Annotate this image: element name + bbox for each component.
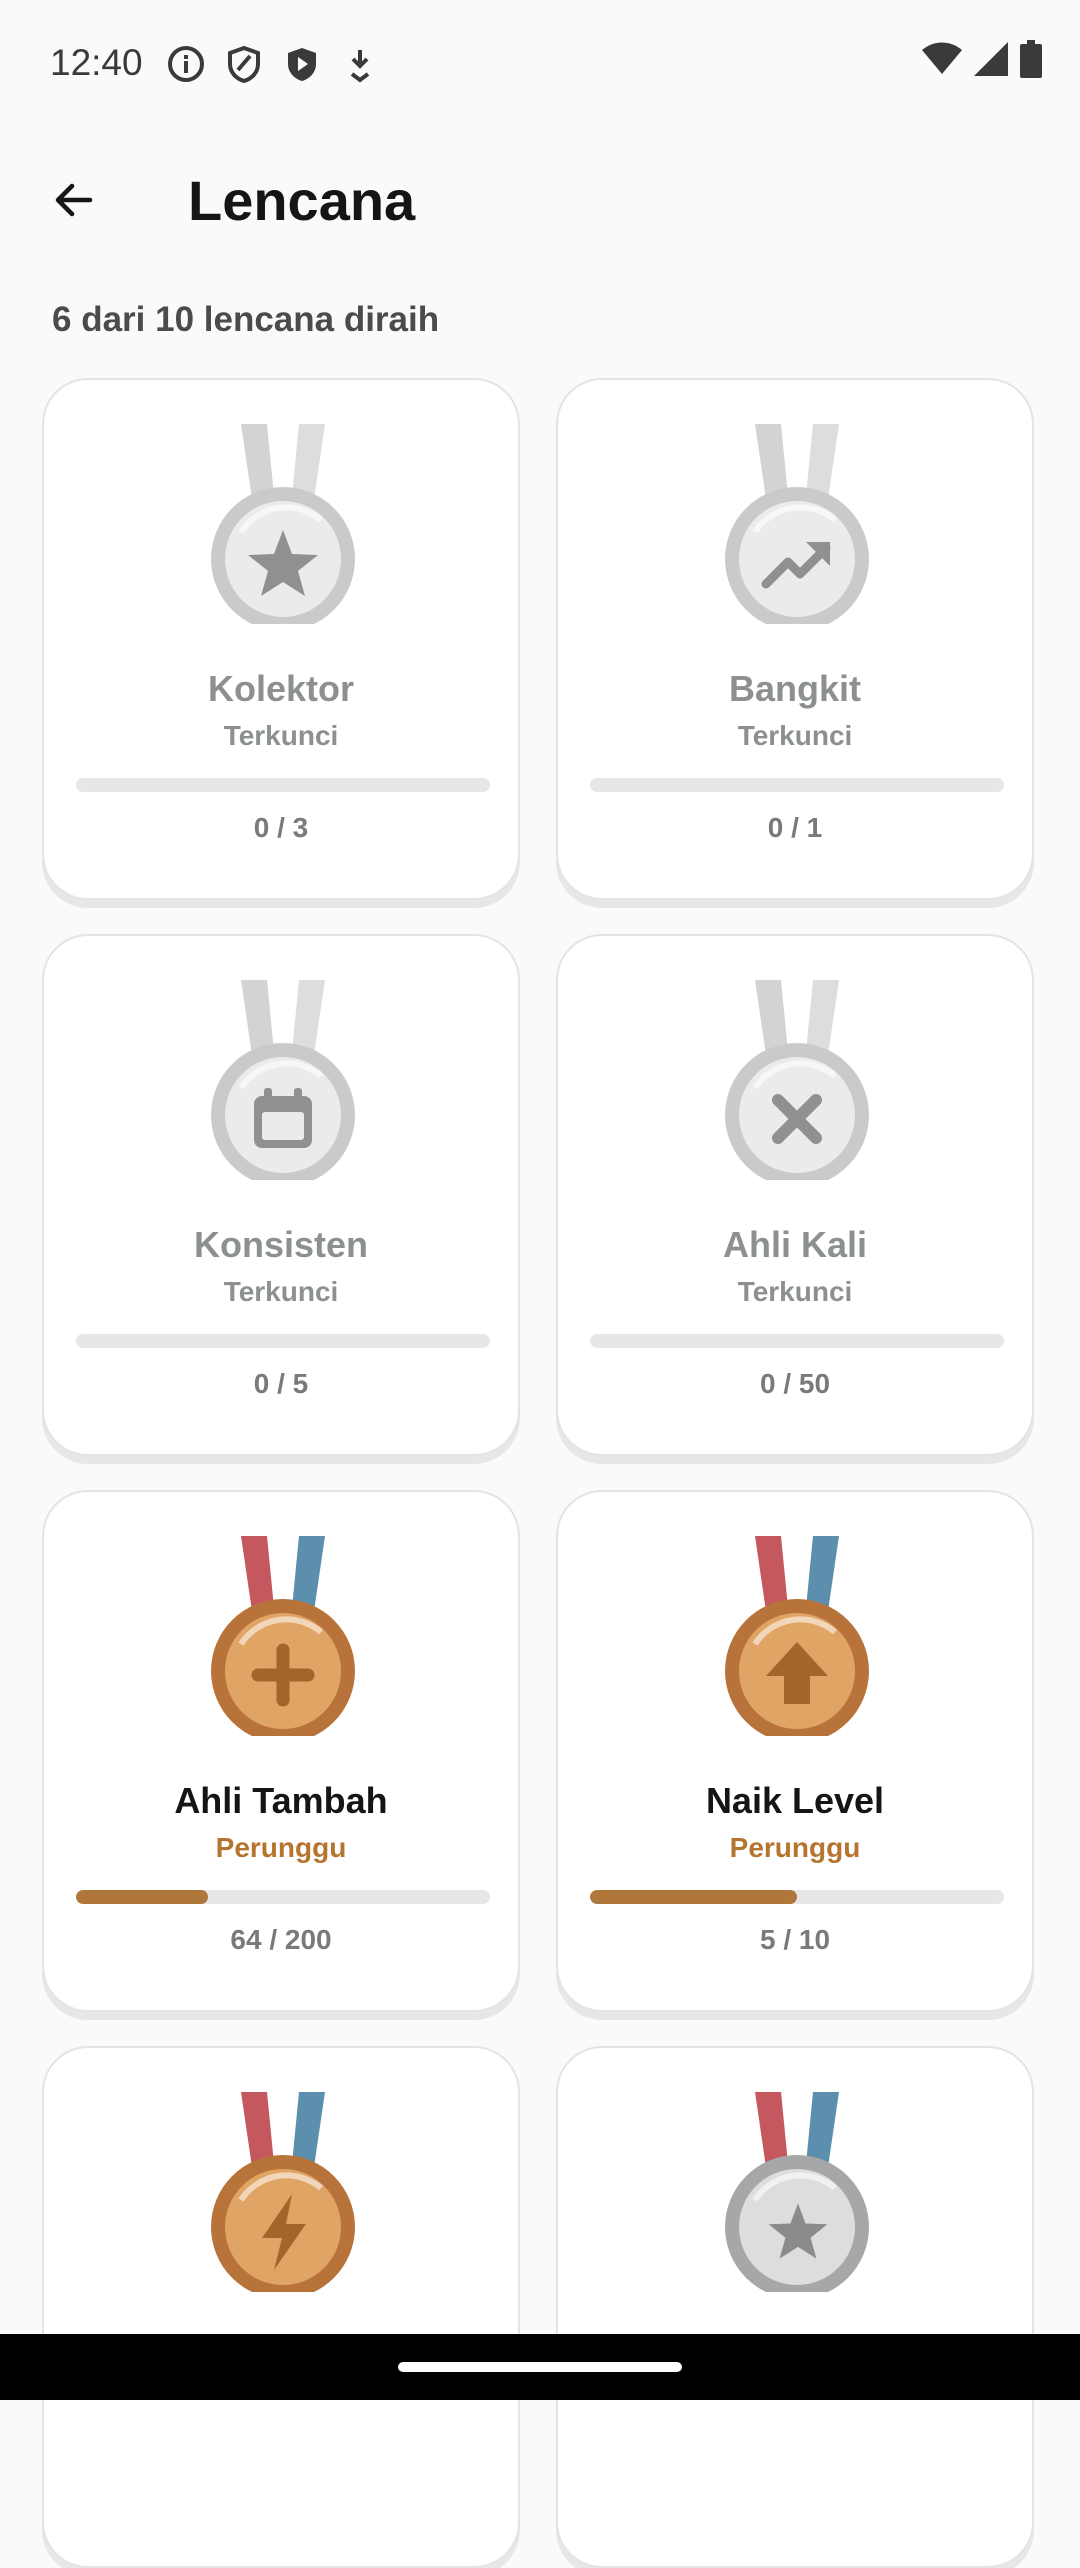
badge-card[interactable] bbox=[556, 2046, 1034, 2568]
progress-bar bbox=[590, 778, 1004, 792]
gesture-handle[interactable] bbox=[398, 2362, 682, 2372]
badge-name: Konsisten bbox=[193, 1224, 369, 1265]
star-icon bbox=[248, 530, 318, 596]
progress-text: 0 / 1 bbox=[767, 812, 823, 843]
badge-card[interactable]: Bangkit Terkunci 0 / 1 bbox=[556, 378, 1034, 900]
progress-bar bbox=[590, 1334, 1004, 1348]
silver-medal bbox=[725, 2092, 869, 2292]
status-time: 12:40 bbox=[50, 42, 143, 83]
progress-bar bbox=[76, 1890, 490, 1904]
badge-card[interactable]: Naik Level Perunggu 5 / 10 bbox=[556, 1490, 1034, 2012]
app-bar: Lencana bbox=[0, 140, 1080, 260]
calendar-icon bbox=[254, 1088, 312, 1148]
arrow-up-icon bbox=[766, 1642, 828, 1704]
shield-filled-icon bbox=[282, 44, 326, 88]
progress-text: 0 / 50 bbox=[759, 1368, 831, 1399]
badge-card[interactable]: Kolektor Terkunci 0 / 3 bbox=[42, 378, 520, 900]
badge-name: Bangkit bbox=[728, 668, 861, 709]
signal-icon bbox=[974, 42, 1008, 81]
plus-icon bbox=[251, 1643, 315, 1707]
progress-fill bbox=[76, 1890, 209, 1904]
badge-card[interactable]: Konsisten Terkunci 0 / 5 bbox=[42, 934, 520, 1456]
status-icons-left bbox=[166, 44, 384, 88]
badge-tier: Terkunci bbox=[223, 1276, 339, 1307]
download-icon bbox=[340, 44, 384, 88]
multiply-icon bbox=[772, 1094, 822, 1144]
badge-card[interactable] bbox=[42, 2046, 520, 2568]
badge-tier: Perunggu bbox=[215, 1832, 347, 1863]
page-title: Lencana bbox=[188, 169, 416, 232]
back-button[interactable] bbox=[38, 164, 110, 236]
progress-bar bbox=[76, 778, 490, 792]
badge-tier: Terkunci bbox=[737, 720, 853, 751]
status-bar: 12:40 bbox=[0, 0, 1080, 130]
badge-tier: Terkunci bbox=[223, 720, 339, 751]
badge-name: Ahli Tambah bbox=[174, 1780, 388, 1821]
progress-bar bbox=[76, 1334, 490, 1348]
progress-bar bbox=[590, 1890, 1004, 1904]
wifi-icon bbox=[922, 42, 962, 81]
star-icon bbox=[768, 2203, 828, 2259]
progress-text: 64 / 200 bbox=[230, 1924, 332, 1955]
progress-text: 0 / 5 bbox=[253, 1368, 309, 1399]
progress-text: 0 / 3 bbox=[253, 812, 309, 843]
badge-tier: Terkunci bbox=[737, 1276, 853, 1307]
badge-name: Kolektor bbox=[207, 668, 355, 709]
progress-text: 5 / 10 bbox=[759, 1924, 831, 1955]
badge-name: Ahli Kali bbox=[722, 1224, 868, 1265]
badges-summary: 6 dari 10 lencana diraih bbox=[52, 300, 440, 339]
progress-fill bbox=[590, 1890, 797, 1904]
badge-tier: Perunggu bbox=[729, 1832, 861, 1863]
arrow-back-icon bbox=[55, 183, 93, 217]
trending-up-icon bbox=[761, 542, 831, 589]
badge-name: Naik Level bbox=[705, 1780, 885, 1821]
status-icons-right bbox=[922, 40, 1042, 83]
lightning-icon bbox=[262, 2194, 306, 2270]
system-nav-bar bbox=[0, 2334, 1080, 2400]
battery-icon bbox=[1020, 40, 1042, 83]
badge-card[interactable]: Ahli Kali Terkunci 0 / 50 bbox=[556, 934, 1034, 1456]
badge-card[interactable]: Ahli Tambah Perunggu 64 / 200 bbox=[42, 1490, 520, 2012]
info-icon bbox=[166, 44, 210, 88]
shield-outline-icon bbox=[224, 44, 268, 88]
